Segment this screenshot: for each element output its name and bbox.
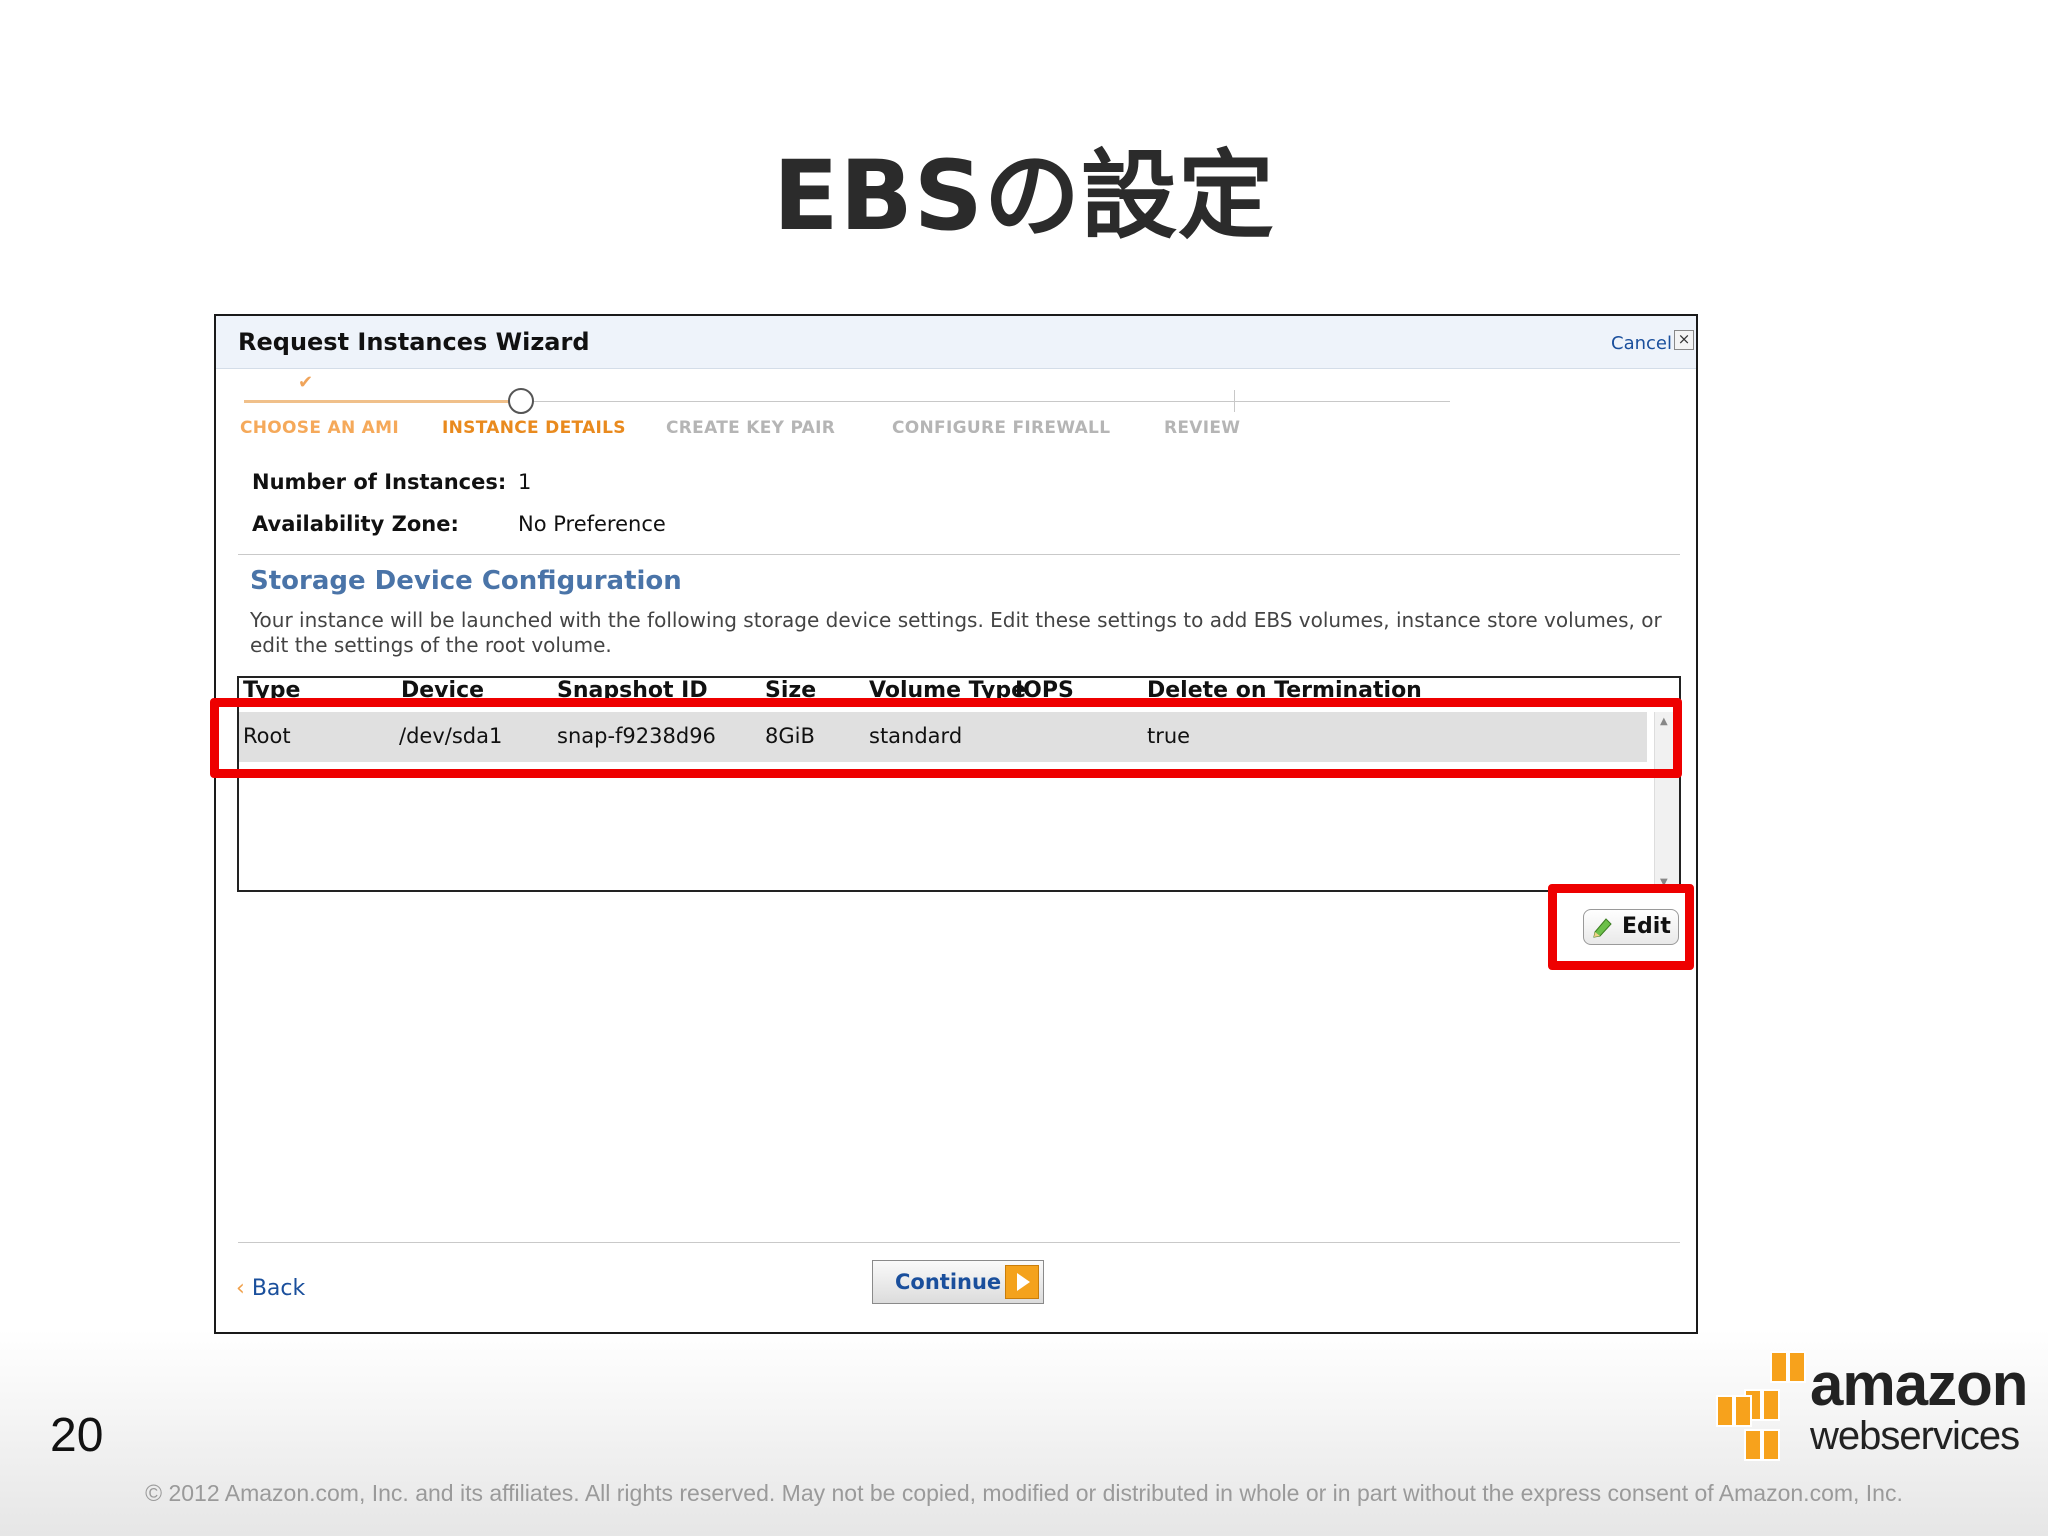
step-instance-details: INSTANCE DETAILS	[442, 418, 626, 438]
step-create-key-pair: CREATE KEY PAIR	[666, 418, 836, 438]
availability-zone-value: No Preference	[518, 512, 666, 536]
edit-label: Edit	[1622, 914, 1671, 939]
aws-logo-word-webservices: webservices	[1810, 1414, 2020, 1458]
aws-logo-word-amazon: amazon	[1810, 1351, 2028, 1418]
aws-cubes-icon	[1716, 1351, 1806, 1461]
edit-button[interactable]: Edit	[1583, 909, 1679, 945]
step-complete-check-icon: ✔	[298, 372, 314, 393]
request-instances-wizard: Request Instances Wizard Cancel × ✔ CHOO…	[214, 314, 1698, 1334]
footer-divider	[238, 1242, 1680, 1243]
arrow-right-icon	[1005, 1265, 1039, 1299]
instances-count-label: Number of Instances:	[252, 470, 507, 494]
chevron-left-icon: ‹	[236, 1276, 245, 1301]
storage-section-title: Storage Device Configuration	[250, 566, 682, 596]
page-number: 20	[50, 1409, 104, 1462]
slide-title: EBSの設定	[773, 140, 1275, 252]
back-link[interactable]: ‹ Back	[236, 1276, 305, 1301]
continue-label: Continue	[895, 1270, 1002, 1294]
instances-count-value: 1	[518, 470, 532, 494]
close-icon[interactable]: ×	[1674, 330, 1694, 350]
progress-track-completed	[244, 400, 514, 403]
wizard-header: Request Instances Wizard Cancel ×	[216, 316, 1696, 369]
step-choose-ami: CHOOSE AN AMI	[240, 418, 399, 438]
step-review: REVIEW	[1164, 418, 1241, 438]
step-configure-firewall: CONFIGURE FIREWALL	[892, 418, 1111, 438]
availability-zone-label: Availability Zone:	[252, 512, 459, 536]
progress-end-tick	[1234, 390, 1235, 412]
progress-track-remaining	[514, 401, 1450, 402]
back-label: Back	[251, 1276, 306, 1301]
pencil-icon	[1591, 915, 1615, 939]
wizard-title: Request Instances Wizard	[238, 328, 590, 356]
section-divider	[238, 554, 1680, 555]
copyright-notice: © 2012 Amazon.com, Inc. and its affiliat…	[145, 1480, 1903, 1506]
root-volume-highlight	[210, 698, 1682, 778]
aws-logo: amazon webservices	[1715, 1350, 2028, 1470]
continue-button[interactable]: Continue	[872, 1260, 1044, 1304]
storage-section-description: Your instance will be launched with the …	[250, 608, 1662, 657]
cancel-link[interactable]: Cancel	[1611, 333, 1672, 354]
current-step-marker-icon	[508, 388, 534, 414]
